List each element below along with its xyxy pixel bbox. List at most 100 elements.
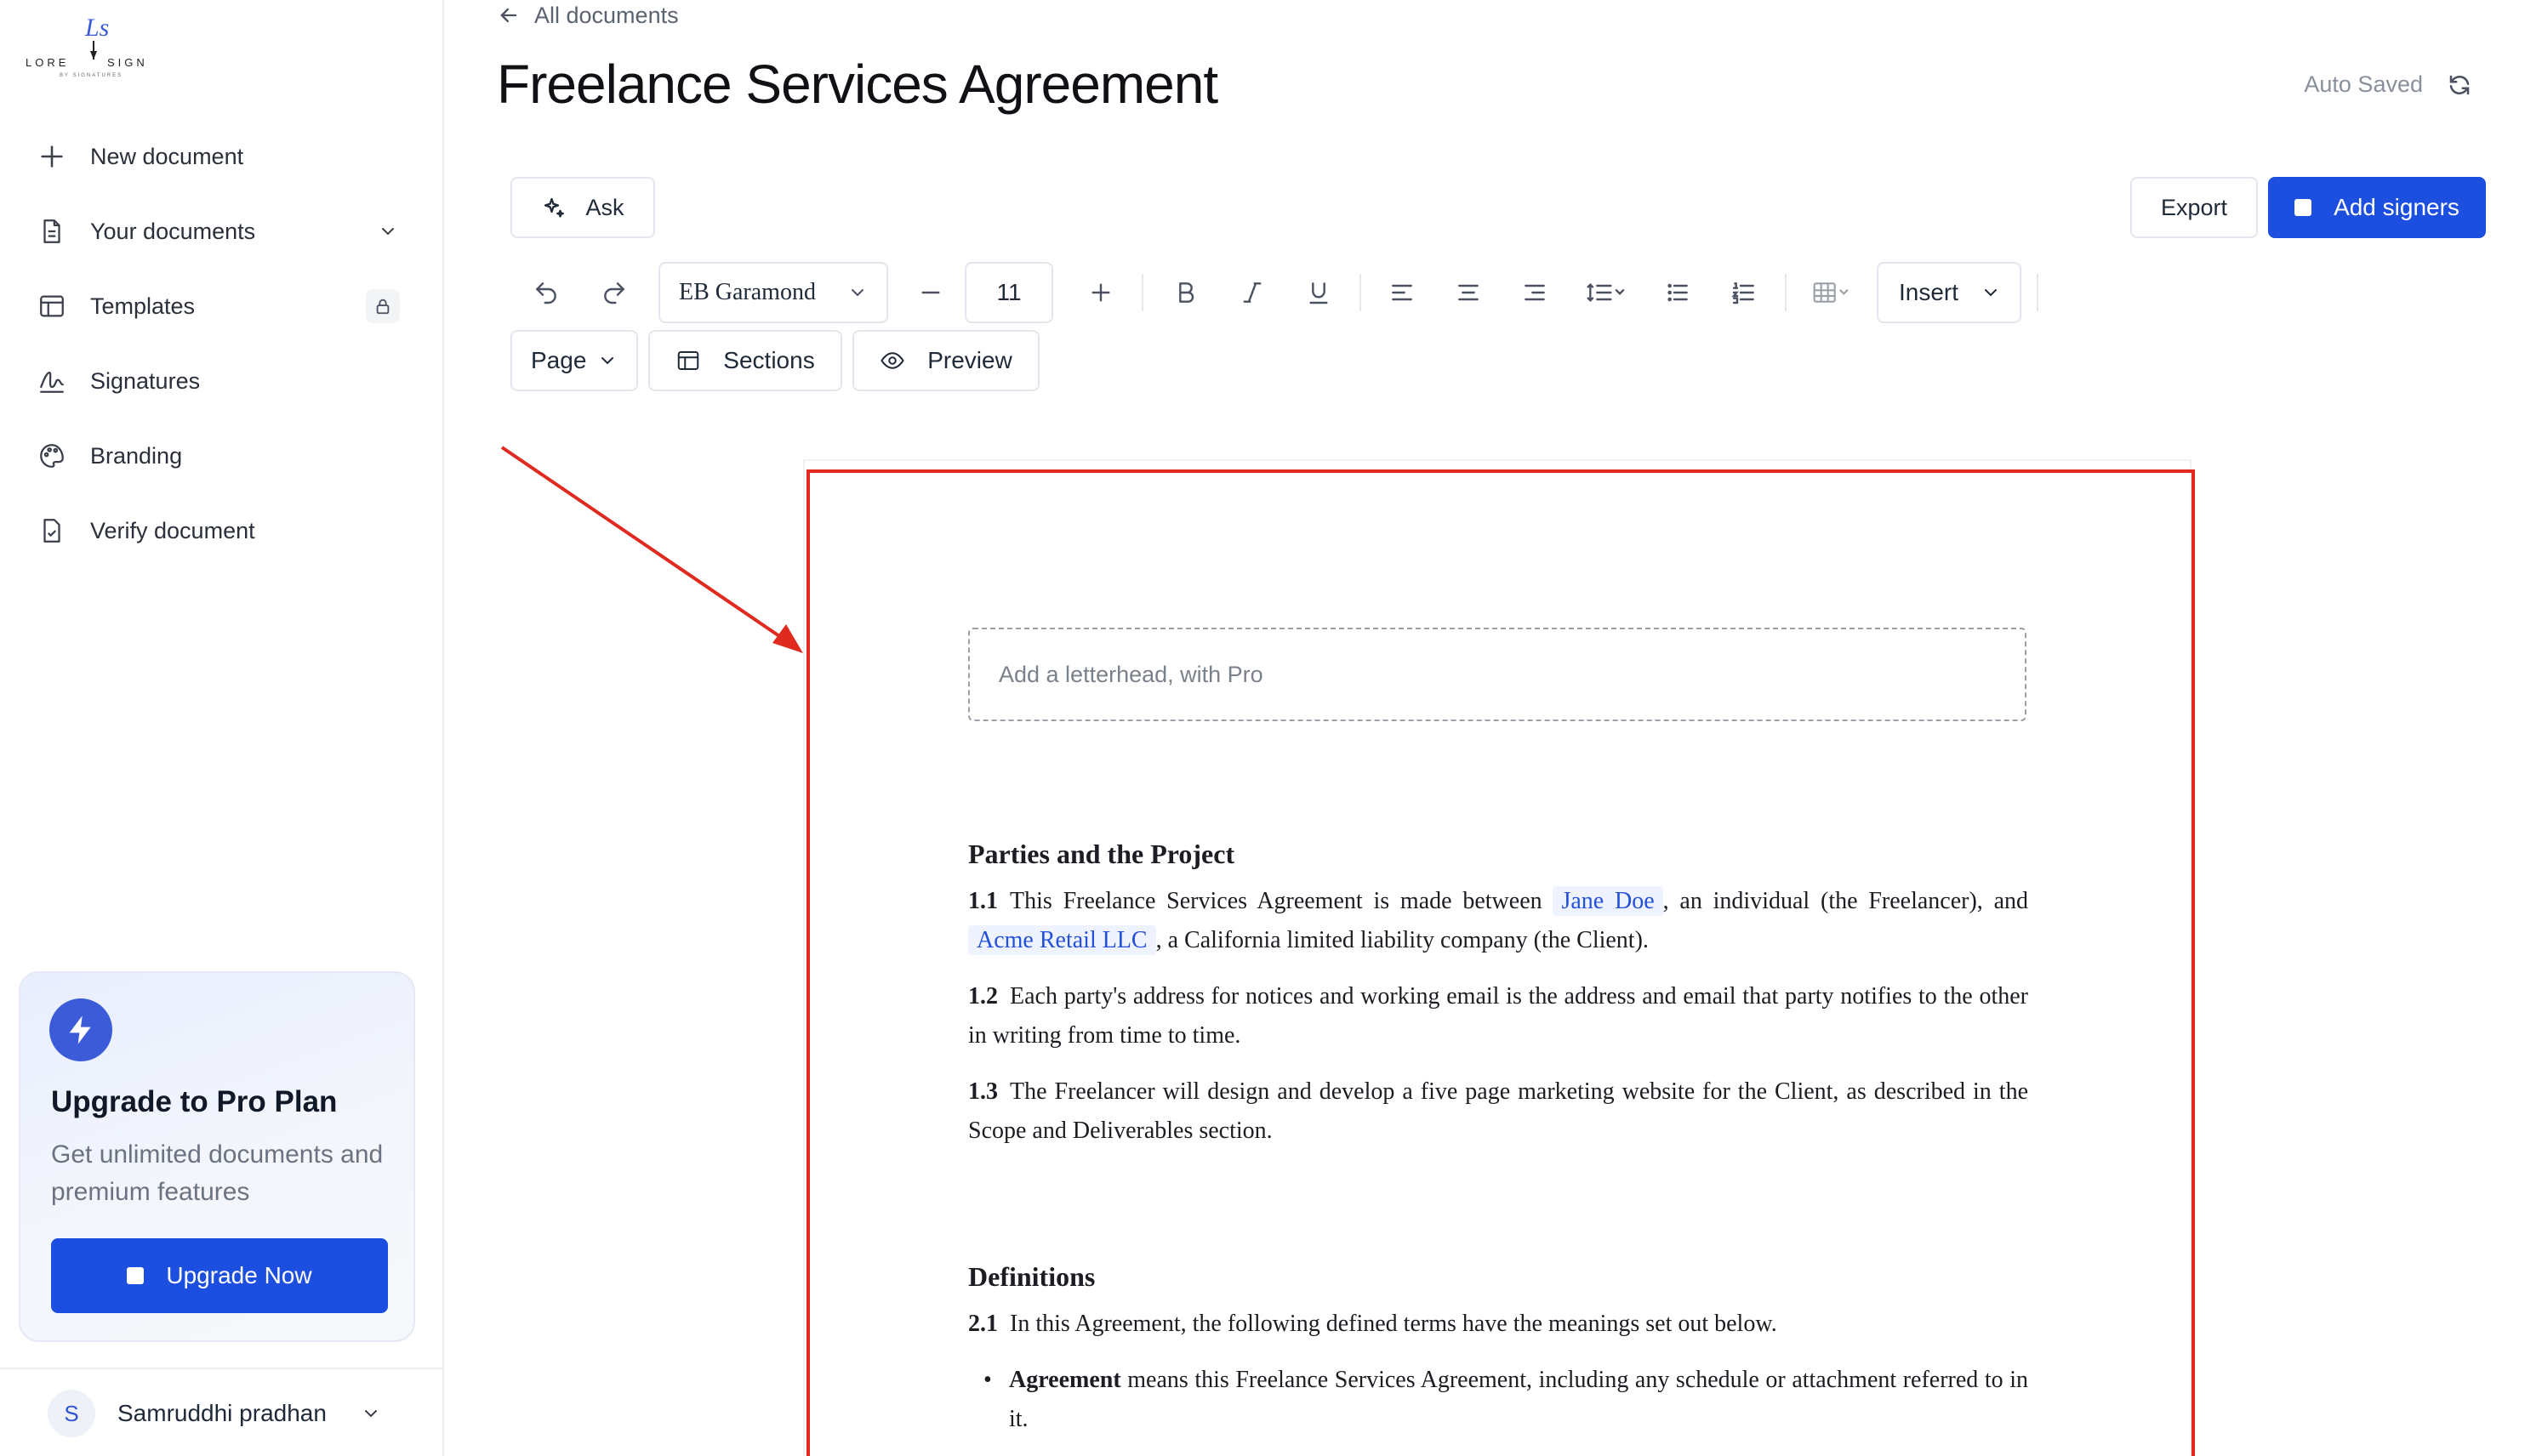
sections-button[interactable]: Sections [648, 330, 842, 391]
upgrade-now-button[interactable]: Upgrade Now [51, 1238, 388, 1313]
party-field[interactable]: Acme Retail LLC [968, 925, 1156, 955]
clause-text: Each party's address for notices and wor… [968, 983, 2028, 1049]
plus-icon[interactable] [1079, 270, 1123, 315]
sidebar-item-label: Branding [90, 442, 183, 469]
add-signers-label: Add signers [2334, 194, 2459, 220]
avatar: S [48, 1390, 95, 1437]
undo-icon[interactable] [524, 270, 568, 315]
sidebar-item-branding[interactable]: Branding [0, 418, 442, 493]
clause-text: In this Agreement, the following defined… [1010, 1311, 1777, 1337]
ask-button[interactable]: Ask [510, 177, 655, 238]
user-name: Samruddhi pradhan [117, 1400, 327, 1426]
svg-text:SIGN: SIGN [107, 56, 148, 69]
user-menu[interactable]: S Samruddhi pradhan [48, 1386, 381, 1441]
divider [2037, 274, 2038, 311]
svg-text:Ls: Ls [84, 14, 109, 42]
table-icon[interactable] [1802, 270, 1863, 315]
align-right-icon[interactable] [1513, 270, 1557, 315]
clause-text: The Freelancer will design and develop a… [968, 1078, 2028, 1144]
clause-text: This Freelance Services Agreement is mad… [1010, 888, 1542, 914]
sparkle-icon [544, 197, 565, 218]
sidebar: Ls LORE SIGN BY SIGNATURES New document … [0, 0, 444, 1456]
clause-number: 1.3 [968, 1078, 998, 1105]
page-menu[interactable]: Page [510, 330, 638, 391]
defined-term: Agreement [1009, 1367, 1121, 1393]
insert-menu[interactable]: Insert [1877, 262, 2021, 323]
preview-label: Preview [927, 347, 1012, 373]
verify-document-icon [36, 515, 68, 547]
font-size-input[interactable]: 11 [965, 262, 1053, 323]
minus-icon[interactable] [909, 270, 953, 315]
underline-icon[interactable] [1297, 270, 1341, 315]
font-family-value: EB Garamond [679, 279, 816, 305]
chevron-down-icon [852, 289, 863, 297]
sidebar-item-templates[interactable]: Templates [0, 269, 442, 344]
palette-icon [36, 440, 68, 472]
upgrade-title: Upgrade to Pro Plan [51, 1085, 338, 1118]
sidebar-item-label: Templates [90, 293, 196, 319]
sidebar-item-label: Signatures [90, 367, 201, 394]
line-spacing-icon[interactable] [1576, 270, 1637, 315]
clause: 2.1 In this Agreement, the following defi… [968, 1305, 2028, 1344]
sidebar-item-verify-document[interactable]: Verify document [0, 493, 442, 568]
letterhead-placeholder[interactable]: Add a letterhead, with Pro [968, 628, 2026, 721]
back-link[interactable]: All documents [497, 0, 679, 31]
page-label: Page [531, 347, 587, 373]
insert-label: Insert [1899, 279, 1959, 305]
clause-text: , a California limited liability company… [1155, 927, 1649, 953]
font-family-select[interactable]: EB Garamond [658, 262, 888, 323]
italic-icon[interactable] [1230, 270, 1274, 315]
eye-icon [881, 352, 904, 369]
sidebar-nav: New document Your documents Templates Si… [0, 119, 442, 568]
lightning-icon [49, 998, 112, 1061]
lock-icon [366, 289, 400, 323]
preview-button[interactable]: Preview [852, 330, 1040, 391]
save-status: Auto Saved [2304, 71, 2472, 98]
sidebar-item-label: Verify document [90, 517, 255, 543]
save-status-label: Auto Saved [2304, 71, 2423, 97]
bullet-list-icon[interactable] [1656, 270, 1700, 315]
section-heading: Definitions [968, 1261, 1096, 1292]
chevron-down-icon [361, 1403, 381, 1424]
bold-icon[interactable] [1164, 270, 1208, 315]
document-body[interactable]: Parties and the Project 1.1 This Freelanc… [968, 839, 2028, 1439]
clause: 1.2 Each party's address for notices and … [968, 977, 2028, 1055]
page-title: Freelance Services Agreement [497, 54, 1218, 115]
chevron-down-icon [601, 357, 613, 365]
brand-logo[interactable]: Ls LORE SIGN BY SIGNATURES [26, 7, 162, 83]
sidebar-item-signatures[interactable]: Signatures [0, 344, 442, 418]
export-button[interactable]: Export [2130, 177, 2258, 238]
sidebar-item-your-documents[interactable]: Your documents [0, 194, 442, 269]
ask-label: Ask [585, 194, 624, 220]
square-icon [2294, 199, 2312, 216]
sidebar-item-label: Your documents [90, 218, 256, 244]
divider [0, 1368, 442, 1369]
party-field[interactable]: Jane Doe [1553, 886, 1663, 916]
upgrade-description: Get unlimited documents and premium feat… [51, 1140, 384, 1206]
clause-number: 1.1 [968, 888, 998, 914]
align-center-icon[interactable] [1446, 270, 1490, 315]
document-icon [36, 215, 68, 247]
align-left-icon[interactable] [1380, 270, 1424, 315]
layout-icon [36, 290, 68, 322]
list-item: Agreement means this Freelance Services … [968, 1361, 2028, 1439]
plus-icon [36, 140, 68, 173]
svg-text:LORE: LORE [26, 56, 69, 69]
numbered-list-icon[interactable] [1722, 270, 1766, 315]
sidebar-item-label: New document [90, 143, 244, 169]
definition-text: means this Freelance Services Agreement,… [1009, 1367, 2028, 1432]
chevron-down-icon[interactable] [378, 221, 398, 242]
back-link-label: All documents [534, 2, 679, 28]
sidebar-item-new-document[interactable]: New document [0, 119, 442, 194]
redo-icon[interactable] [592, 270, 636, 315]
upgrade-card: Upgrade to Pro Plan Get unlimited docume… [19, 971, 415, 1342]
clause-number: 1.2 [968, 983, 998, 1010]
refresh-icon[interactable] [2447, 72, 2472, 98]
add-signers-button[interactable]: Add signers [2268, 177, 2486, 238]
layout-icon [678, 351, 699, 370]
sections-label: Sections [723, 347, 815, 373]
section-heading: Parties and the Project [968, 839, 1235, 869]
signature-icon [36, 365, 68, 397]
clause-text: , an individual (the Freelancer), and [1662, 888, 2028, 914]
